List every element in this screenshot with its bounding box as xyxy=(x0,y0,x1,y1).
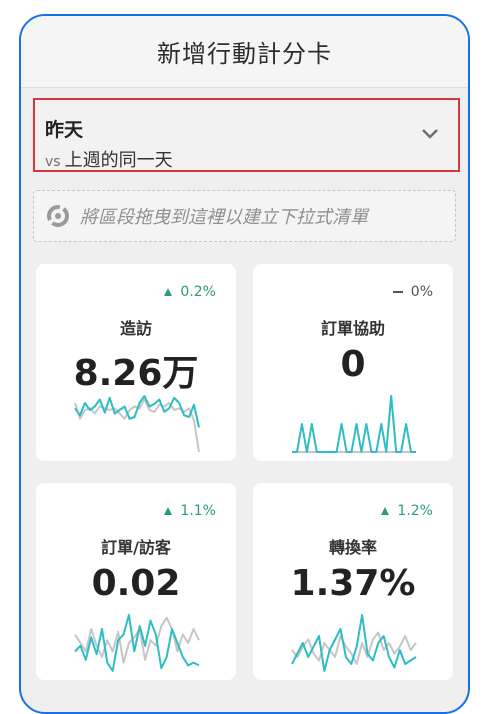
metric-label: 訂單/訪客 xyxy=(101,538,171,557)
sparkline-chart xyxy=(74,395,200,453)
metric-value: 1.37% xyxy=(290,563,416,604)
metric-value: 8.26万 xyxy=(73,353,199,394)
date-range-dropdown[interactable]: 昨天 vs 上週的同一天 xyxy=(33,98,460,172)
dash-icon xyxy=(392,291,403,293)
delta-value: 1.2% xyxy=(397,503,433,519)
segment-icon xyxy=(47,205,69,227)
metric-card-visits[interactable]: 0.2% 造訪 8.26万 xyxy=(36,264,236,461)
delta-value: 1.1% xyxy=(180,503,216,519)
arrow-up-icon xyxy=(381,507,390,515)
arrow-up-icon xyxy=(164,507,173,515)
chevron-down-icon xyxy=(422,129,438,139)
sparkline-chart xyxy=(291,614,417,672)
metric-label: 造訪 xyxy=(119,319,152,338)
metric-card-order-assists[interactable]: 0% 訂單協助 0 xyxy=(253,264,453,461)
metric-label: 轉換率 xyxy=(328,538,377,557)
sparkline-chart xyxy=(292,395,416,453)
date-range-label: 昨天 xyxy=(45,119,84,141)
comparison-range: vs 上週的同一天 xyxy=(45,146,173,172)
arrow-up-icon xyxy=(164,288,173,296)
delta-value: 0.2% xyxy=(180,284,216,300)
mobile-frame: 新增行動計分卡 昨天 vs 上週的同一天 將區段拖曳到這裡以建立下拉式清單 0.2… xyxy=(19,14,470,714)
delta-indicator: 0.2% xyxy=(164,284,216,300)
metric-card-orders-per-visitor[interactable]: 1.1% 訂單/訪客 0.02 xyxy=(36,483,236,680)
comparison-label: 上週的同一天 xyxy=(64,150,173,171)
dropzone-placeholder: 將區段拖曳到這裡以建立下拉式清單 xyxy=(80,207,368,228)
delta-value: 0% xyxy=(410,284,433,300)
delta-indicator: 1.1% xyxy=(164,503,216,519)
comparison-prefix: vs xyxy=(45,154,61,170)
header-bar: 新增行動計分卡 xyxy=(21,16,468,88)
delta-indicator: 0% xyxy=(392,284,433,300)
metric-label: 訂單協助 xyxy=(320,319,385,338)
metric-value: 0 xyxy=(340,344,366,385)
sparkline-current-series xyxy=(292,395,416,453)
delta-indicator: 1.2% xyxy=(381,503,433,519)
metric-card-conversion-rate[interactable]: 1.2% 轉換率 1.37% xyxy=(253,483,453,680)
sparkline-chart xyxy=(74,614,200,672)
page-title: 新增行動計分卡 xyxy=(157,40,332,68)
metric-value: 0.02 xyxy=(91,563,181,604)
segment-dropzone[interactable]: 將區段拖曳到這裡以建立下拉式清單 xyxy=(33,190,456,242)
